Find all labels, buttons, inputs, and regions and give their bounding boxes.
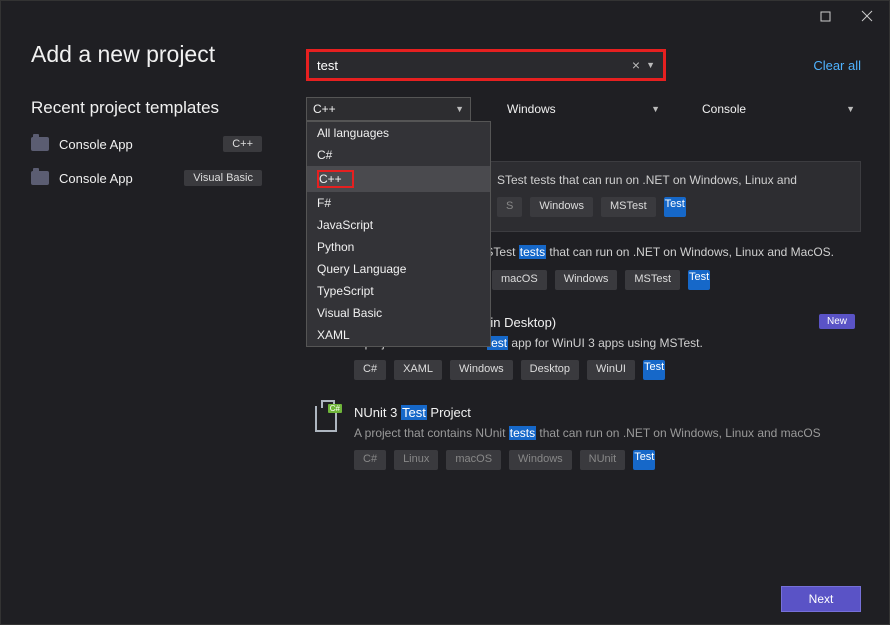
language-option[interactable]: F# [307,192,490,214]
search-dropdown-icon[interactable]: ▼ [644,60,657,70]
tag: WinUI [587,360,635,380]
next-button[interactable]: Next [781,586,861,612]
tag: NUnit [580,450,626,470]
tag: Windows [530,197,593,217]
chevron-down-icon: ▼ [651,104,660,114]
right-panel: × ▼ Clear all C++ ▼ All languages C# C++… [282,31,889,574]
close-button[interactable] [853,5,881,27]
chevron-down-icon: ▼ [455,104,464,114]
recent-heading: Recent project templates [31,98,262,118]
recent-template-item[interactable]: Console App C++ [31,136,262,152]
result-title: NUnit 3 Test Project [354,404,855,423]
recent-template-name: Console App [59,171,133,186]
language-option[interactable]: XAML [307,324,490,346]
tag: MSTest [625,270,680,290]
language-dropdown: All languages C# C++ F# JavaScript Pytho… [306,121,491,347]
search-input[interactable] [317,58,628,73]
clear-all-link[interactable]: Clear all [813,58,861,73]
result-tags: C# XAML Windows Desktop WinUI Test [354,360,855,380]
language-option-cpp[interactable]: C++ [307,166,490,192]
platform-filter-value: Windows [507,102,556,116]
tag: macOS [492,270,547,290]
platform-filter[interactable]: Windows ▼ [501,97,666,121]
tag: XAML [394,360,442,380]
language-option[interactable]: Python [307,236,490,258]
tag: Windows [509,450,572,470]
result-description: A project that contains NUnit tests that… [354,425,855,442]
tag: Windows [450,360,513,380]
flask-icon: C# [312,406,340,434]
maximize-button[interactable] [811,5,839,27]
page-title: Add a new project [31,41,262,68]
tag: Test [633,450,655,470]
project-type-filter-value: Console [702,102,746,116]
project-type-filter[interactable]: Console ▼ [696,97,861,121]
recent-template-item[interactable]: Console App Visual Basic [31,170,262,186]
recent-template-lang: Visual Basic [184,170,262,186]
tag: Test [643,360,665,380]
language-option[interactable]: JavaScript [307,214,490,236]
title-bar [1,1,889,31]
recent-template-name: Console App [59,137,133,152]
left-panel: Add a new project Recent project templat… [1,31,282,574]
language-option[interactable]: All languages [307,122,490,144]
tag: Windows [555,270,618,290]
tag: C# [354,360,386,380]
tag: Linux [394,450,438,470]
result-tags: C# Linux macOS Windows NUnit Test [354,450,855,470]
csharp-badge-icon: C# [328,404,342,413]
result-tags: S Windows MSTest Test [497,197,854,217]
language-option[interactable]: Visual Basic [307,302,490,324]
project-icon [31,137,49,151]
tag: MSTest [601,197,656,217]
language-option[interactable]: TypeScript [307,280,490,302]
language-filter-value: C++ [313,102,336,116]
language-option[interactable]: Query Language [307,258,490,280]
language-option[interactable]: C# [307,144,490,166]
clear-search-icon[interactable]: × [628,57,644,73]
tag: Test [688,270,710,290]
tag: macOS [446,450,501,470]
recent-template-lang: C++ [223,136,262,152]
tag: Desktop [521,360,579,380]
tag: Test [664,197,686,217]
language-filter[interactable]: C++ ▼ [306,97,471,121]
search-box: × ▼ [306,49,666,81]
chevron-down-icon: ▼ [846,104,855,114]
tag: S [497,197,522,217]
tag: C# [354,450,386,470]
new-badge: New [819,314,855,329]
result-description: STest tests that can run on .NET on Wind… [497,172,854,189]
template-result[interactable]: C# NUnit 3 Test Project A project that c… [306,396,861,484]
project-icon [31,171,49,185]
footer: Next [1,574,889,624]
